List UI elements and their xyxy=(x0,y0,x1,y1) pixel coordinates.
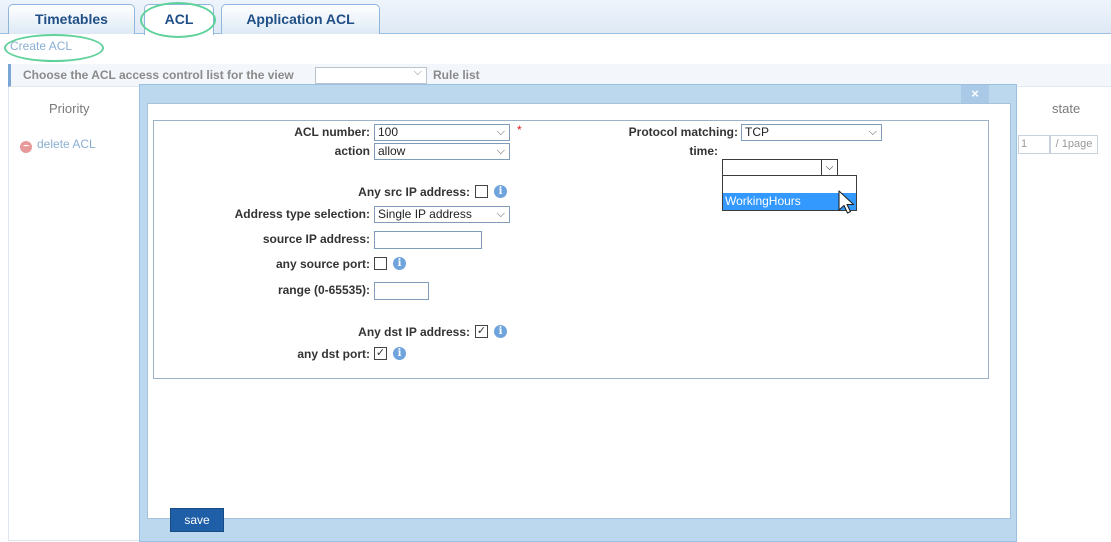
info-icon[interactable]: i xyxy=(494,325,507,338)
tab-bar: Timetables ACL Application ACL xyxy=(0,0,1111,35)
address-type-label: Address type selection: xyxy=(234,207,370,221)
chevron-down-icon: ⌵ xyxy=(413,66,422,78)
save-button[interactable]: save xyxy=(170,508,224,532)
tab-acl[interactable]: ACL xyxy=(144,4,214,35)
time-select[interactable]: ⌵ xyxy=(722,159,838,176)
page-number-input[interactable]: 1 xyxy=(1018,135,1050,154)
chevron-down-icon[interactable]: ⌵ xyxy=(821,159,838,176)
any-src-ip-checkbox[interactable] xyxy=(475,185,488,198)
any-dst-ip-checkbox[interactable]: ✓ xyxy=(475,325,488,338)
chevron-down-icon: ⌵ xyxy=(496,145,505,157)
action-value: allow xyxy=(378,144,406,158)
create-acl-dialog: × ACL number: 100 ⌵ * action allow ⌵ Pro… xyxy=(139,84,1017,542)
priority-column-header: Priority xyxy=(49,101,90,116)
protocol-value: TCP xyxy=(745,125,769,139)
any-src-ip-label: Any src IP address: xyxy=(358,185,470,199)
any-dst-ip-label: Any dst IP address: xyxy=(358,325,470,339)
chevron-down-icon: ⌵ xyxy=(868,126,877,138)
source-ip-input[interactable] xyxy=(374,231,482,249)
acl-number-select[interactable]: 100 ⌵ xyxy=(374,124,510,141)
action-select[interactable]: allow ⌵ xyxy=(374,143,510,160)
delete-acl-button[interactable]: − delete ACL xyxy=(20,137,96,153)
acl-form: ACL number: 100 ⌵ * action allow ⌵ Proto… xyxy=(153,120,989,379)
time-label: time: xyxy=(689,144,718,158)
chevron-down-icon: ⌵ xyxy=(496,208,505,220)
action-label: action xyxy=(334,144,370,158)
info-icon[interactable]: i xyxy=(494,185,507,198)
any-source-port-checkbox[interactable] xyxy=(374,257,387,270)
view-select[interactable]: ⌵ xyxy=(315,66,427,84)
port-range-label: range (0-65535): xyxy=(277,283,370,297)
state-column-header: state xyxy=(1052,101,1081,116)
acl-number-label: ACL number: xyxy=(294,125,370,139)
time-option-workinghours[interactable]: WorkingHours xyxy=(723,193,856,210)
info-icon[interactable]: i xyxy=(393,257,406,270)
source-ip-label: source IP address: xyxy=(262,232,370,246)
minus-circle-icon: − xyxy=(20,141,32,153)
any-dst-port-label: any dst port: xyxy=(297,347,370,361)
table-left-panel xyxy=(8,87,139,541)
address-type-select[interactable]: Single IP address ⌵ xyxy=(374,206,510,223)
protocol-matching-label: Protocol matching: xyxy=(628,125,738,139)
create-acl-link[interactable]: Create ACL xyxy=(10,39,72,53)
time-option-empty[interactable] xyxy=(723,176,856,192)
info-icon[interactable]: i xyxy=(393,347,406,360)
address-type-value: Single IP address xyxy=(378,207,472,221)
delete-acl-label: delete ACL xyxy=(37,137,96,151)
page-total: / 1page xyxy=(1050,135,1098,154)
tab-timetables[interactable]: Timetables xyxy=(8,4,135,34)
table-right-panel xyxy=(1015,87,1111,540)
required-mark: * xyxy=(517,123,522,137)
protocol-matching-select[interactable]: TCP ⌵ xyxy=(741,124,882,141)
tab-application-acl[interactable]: Application ACL xyxy=(221,4,380,34)
dialog-body: ACL number: 100 ⌵ * action allow ⌵ Proto… xyxy=(147,103,1011,519)
close-icon[interactable]: × xyxy=(961,85,989,103)
chevron-down-icon: ⌵ xyxy=(496,126,505,138)
mouse-pointer-icon xyxy=(838,190,855,214)
time-dropdown-list: WorkingHours xyxy=(722,175,857,211)
any-dst-port-checkbox[interactable]: ✓ xyxy=(374,347,387,360)
port-range-input[interactable] xyxy=(374,282,429,300)
filter-label: Choose the ACL access control list for t… xyxy=(23,68,294,82)
rule-list-label: Rule list xyxy=(433,68,480,82)
any-source-port-label: any source port: xyxy=(275,257,370,271)
acl-number-value: 100 xyxy=(378,125,399,139)
